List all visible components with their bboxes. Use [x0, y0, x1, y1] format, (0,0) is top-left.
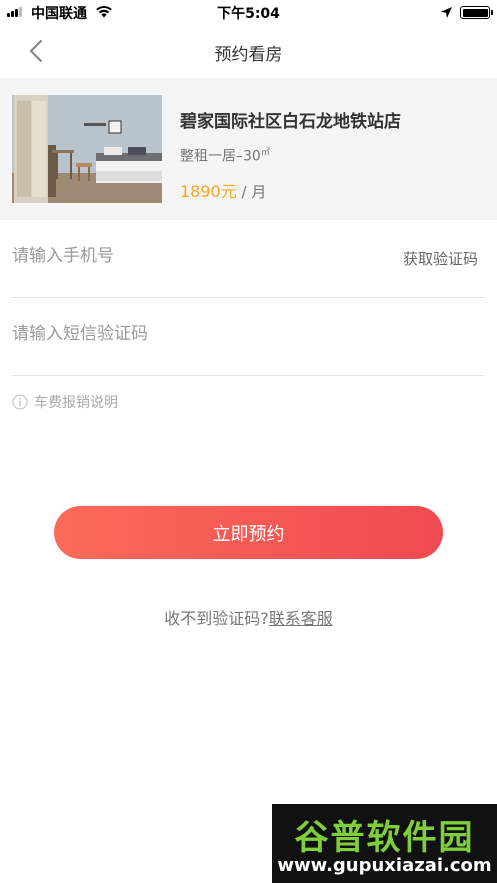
- travel-reimbursement-link[interactable]: 车费报销说明: [12, 392, 118, 412]
- price-value: 1890元: [180, 182, 237, 201]
- watermark: 谷普软件园 www.gupuxiazai.com: [272, 804, 497, 883]
- help-line: 收不到验证码?联系客服: [0, 605, 497, 629]
- listing-card: 碧家国际社区白石龙地铁站店 整租一居–30㎡ 1890元 / 月: [0, 78, 497, 220]
- room-photo: [12, 95, 162, 203]
- listing-spec: 整租一居–30㎡: [180, 148, 270, 165]
- clock: 下午5:04: [217, 6, 280, 22]
- phone-field: 获取验证码: [12, 220, 484, 298]
- book-now-button[interactable]: 立即预约: [54, 506, 443, 559]
- watermark-name: 谷普软件园: [294, 818, 475, 858]
- get-code-button[interactable]: 获取验证码: [403, 248, 478, 269]
- help-question: 收不到验证码?: [164, 609, 269, 628]
- battery-icon: [460, 6, 493, 19]
- phone-input[interactable]: [12, 246, 352, 266]
- listing-name: 碧家国际社区白石龙地铁站店: [180, 112, 401, 132]
- info-icon: [12, 394, 28, 410]
- nav-bar: 预约看房: [0, 24, 497, 78]
- contact-support-link[interactable]: 联系客服: [269, 609, 333, 628]
- sms-code-input[interactable]: [12, 324, 352, 344]
- sms-code-field: [12, 298, 484, 376]
- location-arrow-icon: [441, 7, 452, 18]
- area-unit: ㎡: [260, 148, 270, 158]
- watermark-url: www.gupuxiazai.com: [277, 855, 492, 876]
- note-label: 车费报销说明: [34, 395, 118, 411]
- listing-price: 1890元 / 月: [180, 178, 266, 202]
- price-unit: / 月: [236, 183, 267, 201]
- status-bar: 中国联通 下午5:04: [0, 0, 497, 24]
- page-title: 预约看房: [214, 45, 283, 65]
